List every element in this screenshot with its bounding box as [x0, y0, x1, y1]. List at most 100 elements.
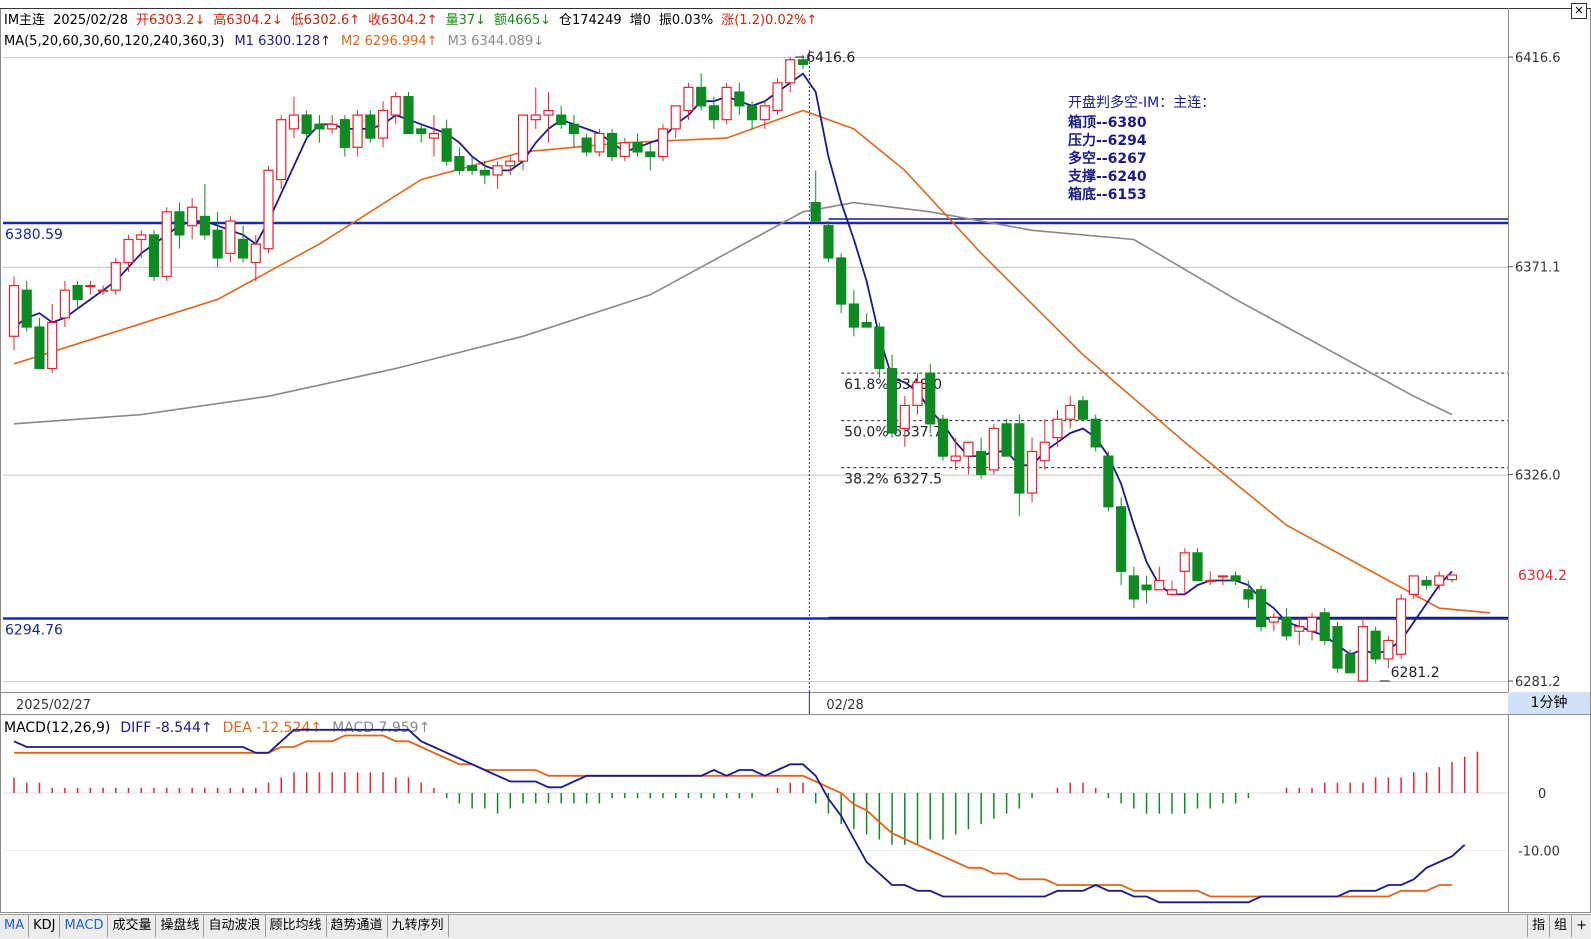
candle	[339, 115, 350, 157]
indicator-tab-4[interactable]: 操盘线	[156, 915, 205, 937]
candle-body	[1408, 575, 1419, 595]
candle	[72, 280, 83, 309]
candle	[607, 128, 618, 162]
price-line-label-0: 6380.59	[5, 227, 63, 243]
indicator-tab-1[interactable]: KDJ	[29, 915, 61, 937]
close-icon[interactable]: ✕	[1571, 3, 1587, 19]
candle	[110, 257, 121, 295]
candle-body	[848, 303, 859, 328]
candle-body	[1014, 423, 1025, 494]
indicator-tab-3[interactable]: 成交量	[108, 915, 157, 937]
candle	[746, 101, 758, 129]
indicator-tab-0[interactable]: MA	[0, 915, 30, 937]
candle	[1421, 575, 1432, 590]
candle	[85, 280, 96, 295]
candle	[161, 207, 172, 281]
candle	[1268, 612, 1279, 632]
candle-body	[34, 326, 45, 370]
macd-legend-0: MACD(12,26,9)	[4, 720, 110, 736]
ma-legend-0: MA(5,20,60,30,60,120,240,360,3)	[4, 34, 224, 49]
candle	[237, 225, 249, 263]
tabbar-right-button-0[interactable]: 指	[1527, 915, 1549, 937]
fib-label-2: 38.2% 6327.5	[844, 472, 942, 488]
header-field-3: 高6304.2↓	[213, 12, 282, 28]
diff-line	[13, 728, 1466, 904]
header-field-8: 仓174249	[559, 13, 622, 28]
candle	[874, 322, 885, 378]
candle-body	[237, 238, 249, 259]
peak-label: 6416.6	[806, 50, 855, 66]
tabbar-right-button-1[interactable]: 组	[1549, 915, 1571, 937]
tabbar-right-button-2[interactable]: +	[1571, 915, 1591, 937]
annotation-line-1: 压力--6294	[1068, 132, 1147, 149]
period-selector[interactable]: 1分钟	[1508, 692, 1590, 714]
candle-body	[696, 86, 707, 107]
indicator-tab-8[interactable]: 九转序列	[388, 915, 449, 937]
candle	[836, 253, 847, 314]
candle-body	[441, 128, 452, 162]
candle	[1370, 626, 1381, 664]
candle-body	[339, 119, 350, 148]
candle	[1256, 585, 1267, 632]
candle-body	[925, 372, 936, 425]
macd-legend-2: DEA -12.524↑	[223, 720, 322, 736]
candle	[1065, 396, 1076, 429]
candle-body	[8, 284, 20, 337]
indicator-tabbar: MA KDJ MACD 成交量 操盘线 自动波浪 顾比均线 趋势通道 九转序列 指组 +	[0, 914, 1591, 939]
candle	[568, 115, 580, 148]
indicator-tab-6[interactable]: 顾比均线	[266, 915, 327, 937]
indicator-tab-5[interactable]: 自动波浪	[204, 915, 266, 937]
header-field-1: 2025/02/28	[53, 13, 128, 28]
annotation-line-3: 支撑--6240	[1067, 168, 1147, 185]
candle	[950, 437, 961, 470]
indicator-tab-2[interactable]: MACD	[60, 915, 109, 937]
candle-body	[212, 229, 223, 259]
candle-body	[988, 427, 999, 471]
candle-body	[21, 289, 32, 328]
candle	[823, 221, 834, 263]
candle-body	[976, 450, 987, 476]
candle-body	[1090, 418, 1101, 448]
header-field-10: 振0.03%	[659, 13, 713, 28]
candle	[937, 414, 949, 461]
candle-body	[85, 284, 96, 288]
candle-body	[963, 441, 974, 457]
candle-body	[1294, 626, 1305, 632]
candle-body	[1103, 455, 1114, 508]
candle	[21, 280, 32, 332]
indicator-tab-7[interactable]: 趋势通道	[327, 915, 388, 937]
indicator-tabs: MA KDJ MACD 成交量 操盘线 自动波浪 顾比均线 趋势通道 九转序列	[0, 915, 449, 939]
candle-body	[734, 91, 745, 107]
candle-body	[403, 96, 414, 135]
candle	[721, 82, 732, 125]
candle-body	[607, 132, 618, 158]
candle-body	[1383, 639, 1394, 660]
candle-body	[428, 132, 440, 139]
candle	[988, 423, 999, 475]
candle-body	[467, 165, 478, 171]
candle-body	[517, 114, 529, 162]
candle	[1357, 617, 1369, 682]
candle	[925, 363, 936, 434]
candle	[314, 115, 325, 143]
candle	[1077, 396, 1089, 420]
candle-body	[1434, 575, 1445, 586]
candle-body	[836, 257, 847, 305]
candle	[810, 170, 821, 222]
candle-body	[721, 86, 732, 121]
candle	[1014, 414, 1025, 517]
candle-body	[1395, 598, 1407, 655]
candle	[1319, 608, 1330, 646]
candle	[47, 304, 58, 374]
candle	[683, 82, 694, 120]
candle	[657, 124, 669, 162]
candle-body	[950, 455, 961, 462]
candle-body	[1421, 579, 1432, 586]
candle	[1192, 548, 1203, 582]
candle-body	[785, 59, 796, 84]
candle-body	[365, 114, 376, 139]
candle	[1039, 419, 1050, 470]
candle	[123, 234, 134, 272]
candle	[492, 161, 503, 189]
candle	[352, 110, 363, 157]
